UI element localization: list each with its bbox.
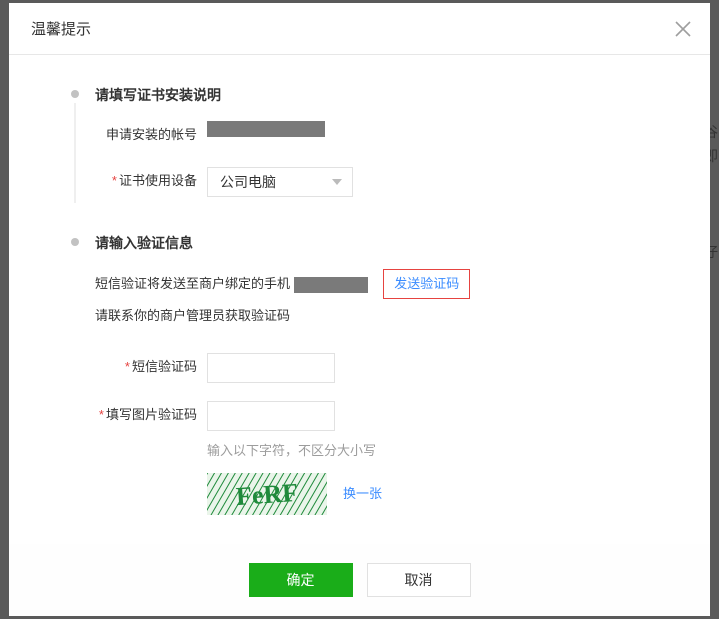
- step2-title: 请输入验证信息: [95, 233, 680, 253]
- sms-label: *短信验证码: [95, 353, 207, 381]
- captcha-image: FeRF: [207, 473, 327, 515]
- captcha-input[interactable]: [207, 401, 335, 431]
- device-label: *证书使用设备: [95, 167, 207, 195]
- dialog-footer: 确定 取消: [9, 544, 710, 616]
- step-install-info: 请填写证书安装说明 申请安装的帐号 *证书使用设备 公司电脑: [59, 85, 680, 197]
- step1-title: 请填写证书安装说明: [95, 85, 680, 105]
- dialog: 温馨提示 请填写证书安装说明 申请安装的帐号: [9, 3, 710, 616]
- contact-admin-note: 请联系你的商户管理员获取验证码: [95, 305, 680, 327]
- step-bullet-icon: [71, 238, 79, 246]
- dialog-body[interactable]: 请填写证书安装说明 申请安装的帐号 *证书使用设备 公司电脑: [9, 55, 710, 544]
- svg-text:FeRF: FeRF: [235, 478, 299, 511]
- step-bullet-icon: [71, 90, 79, 98]
- cancel-button[interactable]: 取消: [367, 563, 471, 597]
- note1-prefix: 短信验证将发送至商户绑定的手机: [95, 276, 290, 291]
- captcha-refresh-link[interactable]: 换一张: [343, 480, 382, 508]
- required-mark: *: [112, 173, 117, 188]
- captcha-label: *填写图片验证码: [95, 401, 207, 429]
- required-mark: *: [99, 407, 104, 422]
- captcha-label-text: 填写图片验证码: [106, 407, 197, 422]
- row-device: *证书使用设备 公司电脑: [95, 167, 680, 197]
- required-mark: *: [125, 359, 130, 374]
- row-captcha: *填写图片验证码 输入以下字符，不区分大小写: [95, 401, 680, 515]
- sms-target-note: 短信验证将发送至商户绑定的手机 发送验证码: [95, 269, 680, 299]
- step-verification: 请输入验证信息 短信验证将发送至商户绑定的手机 发送验证码 请联系你的商户管理员…: [59, 233, 680, 515]
- captcha-hint: 输入以下字符，不区分大小写: [207, 437, 382, 465]
- device-label-text: 证书使用设备: [119, 173, 197, 188]
- phone-redacted: [294, 277, 368, 293]
- account-redacted: [207, 121, 325, 137]
- device-select[interactable]: 公司电脑: [207, 167, 353, 197]
- chevron-down-icon: [332, 179, 342, 185]
- row-account: 申请安装的帐号: [95, 121, 680, 149]
- account-label: 申请安装的帐号: [95, 121, 207, 149]
- account-value: [207, 121, 325, 137]
- dialog-header: 温馨提示: [9, 3, 710, 55]
- send-code-button[interactable]: 发送验证码: [383, 269, 470, 299]
- captcha-image-row: FeRF 换一张: [207, 473, 382, 515]
- close-icon[interactable]: [674, 20, 692, 38]
- row-sms-code: *短信验证码: [95, 353, 680, 383]
- step-connector: [74, 103, 76, 203]
- device-selected-option: 公司电脑: [220, 168, 276, 196]
- dialog-title: 温馨提示: [31, 18, 91, 39]
- sms-label-text: 短信验证码: [132, 359, 197, 374]
- confirm-button[interactable]: 确定: [249, 563, 353, 597]
- sms-code-input[interactable]: [207, 353, 335, 383]
